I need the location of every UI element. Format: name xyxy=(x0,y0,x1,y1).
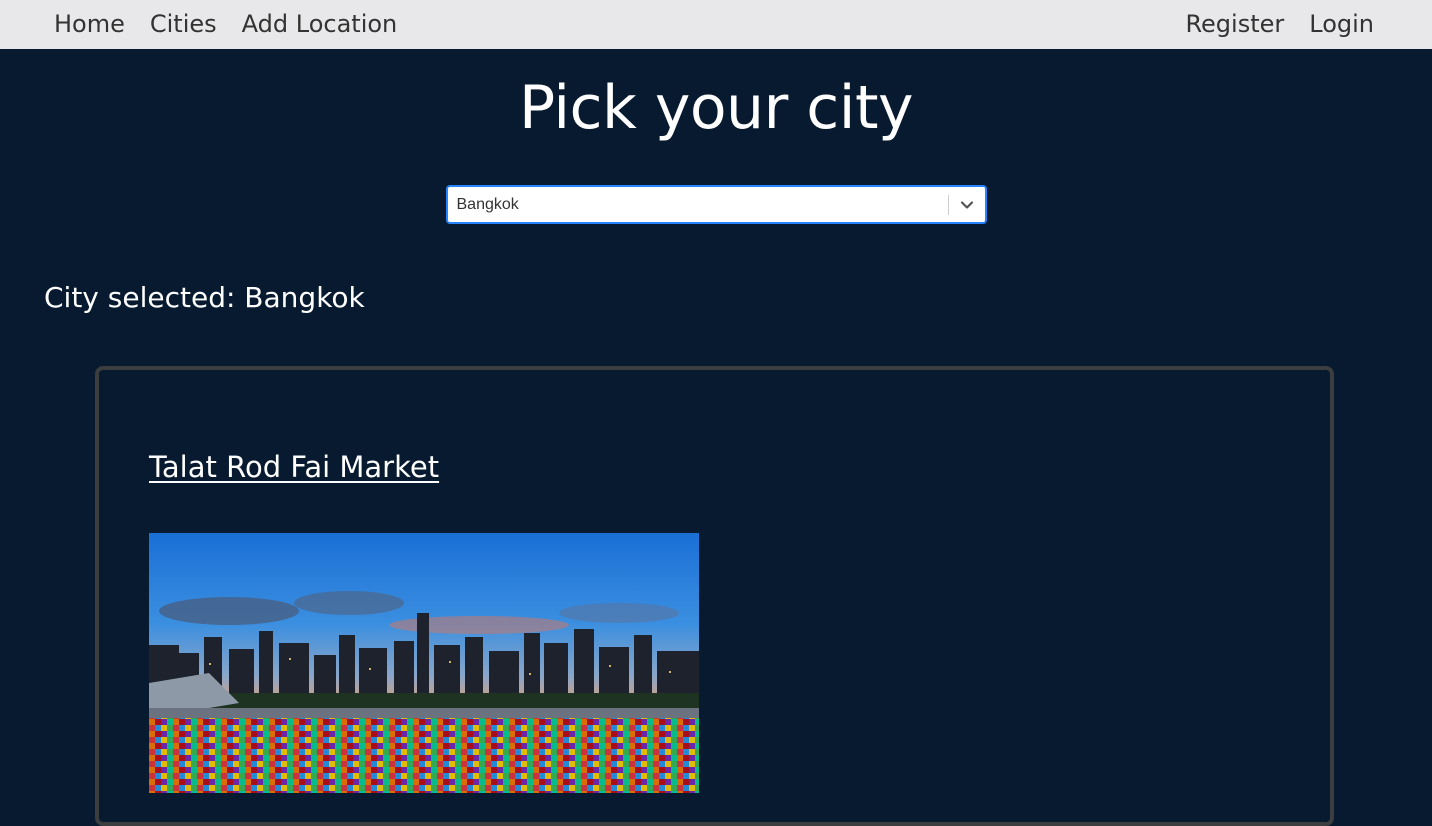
nav-login-link[interactable]: Login xyxy=(1309,0,1374,49)
location-title-link[interactable]: Talat Rod Fai Market xyxy=(149,450,439,484)
city-selected-label: City selected: Bangkok xyxy=(44,281,365,314)
page-title: Pick your city xyxy=(518,73,914,143)
top-navbar: Home Cities Add Location Register Login xyxy=(0,0,1432,49)
nav-add-location-link[interactable]: Add Location xyxy=(242,0,398,49)
nav-register-link[interactable]: Register xyxy=(1185,0,1284,49)
city-select[interactable]: Bangkok xyxy=(445,185,987,224)
nav-right-group: Register Login xyxy=(1160,0,1374,49)
nav-left-group: Home Cities Add Location xyxy=(54,0,422,49)
nav-home-link[interactable]: Home xyxy=(54,0,125,49)
market-photo xyxy=(149,533,699,793)
chevron-down-icon[interactable] xyxy=(949,187,985,222)
nav-cities-link[interactable]: Cities xyxy=(150,0,217,49)
city-select-value: Bangkok xyxy=(456,195,519,213)
location-card: Talat Rod Fai Market xyxy=(95,366,1334,826)
